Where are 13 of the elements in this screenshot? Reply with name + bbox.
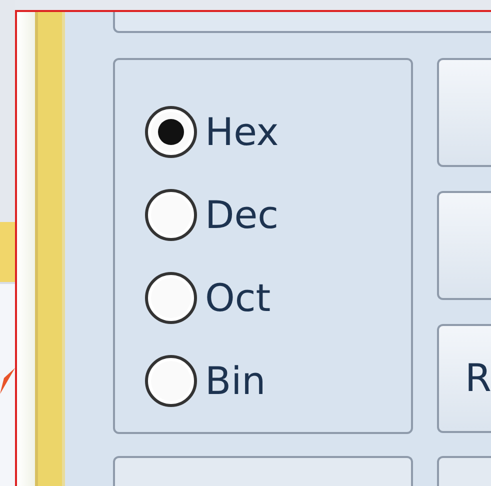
radio-button[interactable] xyxy=(145,355,197,407)
radio-label[interactable]: Bin xyxy=(205,354,266,408)
radio-button[interactable] xyxy=(145,272,197,324)
radio-label[interactable]: Hex xyxy=(205,105,279,159)
arrow-icon xyxy=(0,368,15,394)
calculator-button[interactable] xyxy=(437,58,491,167)
radio-button[interactable] xyxy=(145,189,197,241)
calculator-button[interactable]: R xyxy=(437,324,491,433)
ribbon-strip xyxy=(0,222,15,282)
calculator-button[interactable] xyxy=(437,191,491,300)
radio-button[interactable] xyxy=(145,106,197,158)
radio-label[interactable]: Oct xyxy=(205,271,271,325)
radio-label[interactable]: Dec xyxy=(205,188,279,242)
